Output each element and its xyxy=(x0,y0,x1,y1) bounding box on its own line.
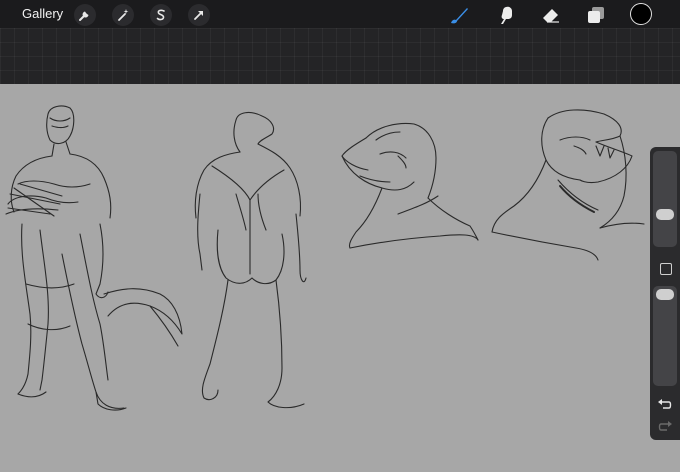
brush-size-thumb[interactable] xyxy=(656,209,674,220)
eraser-icon xyxy=(543,9,559,23)
undo-arrow-icon xyxy=(658,399,672,409)
eraser-tool-button[interactable] xyxy=(539,3,563,27)
undo-button[interactable] xyxy=(657,397,673,411)
redo-arrow-icon xyxy=(658,421,672,431)
transform-arrow-icon xyxy=(194,11,203,20)
gallery-button[interactable]: Gallery xyxy=(22,6,63,22)
layers-icon xyxy=(588,7,604,23)
magic-wand-icon xyxy=(118,9,129,21)
smudge-icon xyxy=(501,6,512,24)
standing-figure-front-sketch xyxy=(5,105,183,411)
drawing-canvas[interactable] xyxy=(0,84,680,472)
color-picker-button[interactable] xyxy=(630,3,652,25)
brush-tool-button[interactable] xyxy=(447,3,471,27)
head-sketch-profile xyxy=(341,122,479,249)
layers-button[interactable] xyxy=(584,3,608,27)
head-sketch-open-mouth xyxy=(491,109,645,261)
standing-figure-back-sketch xyxy=(194,111,307,409)
brush-sidebar xyxy=(650,147,680,440)
selection-s-icon xyxy=(156,9,165,21)
adjustments-button[interactable] xyxy=(112,4,134,26)
opacity-thumb[interactable] xyxy=(656,289,674,300)
smudge-tool-button[interactable] xyxy=(495,3,519,27)
selection-button[interactable] xyxy=(150,4,172,26)
brush-icon xyxy=(451,8,468,24)
actions-button[interactable] xyxy=(74,4,96,26)
redo-button[interactable] xyxy=(657,419,673,433)
opacity-slider[interactable] xyxy=(653,286,677,386)
transform-button[interactable] xyxy=(188,4,210,26)
brush-size-slider[interactable] xyxy=(653,151,677,247)
top-toolbar: Gallery xyxy=(0,0,680,28)
square-modifier-icon[interactable] xyxy=(660,263,672,275)
wrench-icon xyxy=(79,11,89,21)
